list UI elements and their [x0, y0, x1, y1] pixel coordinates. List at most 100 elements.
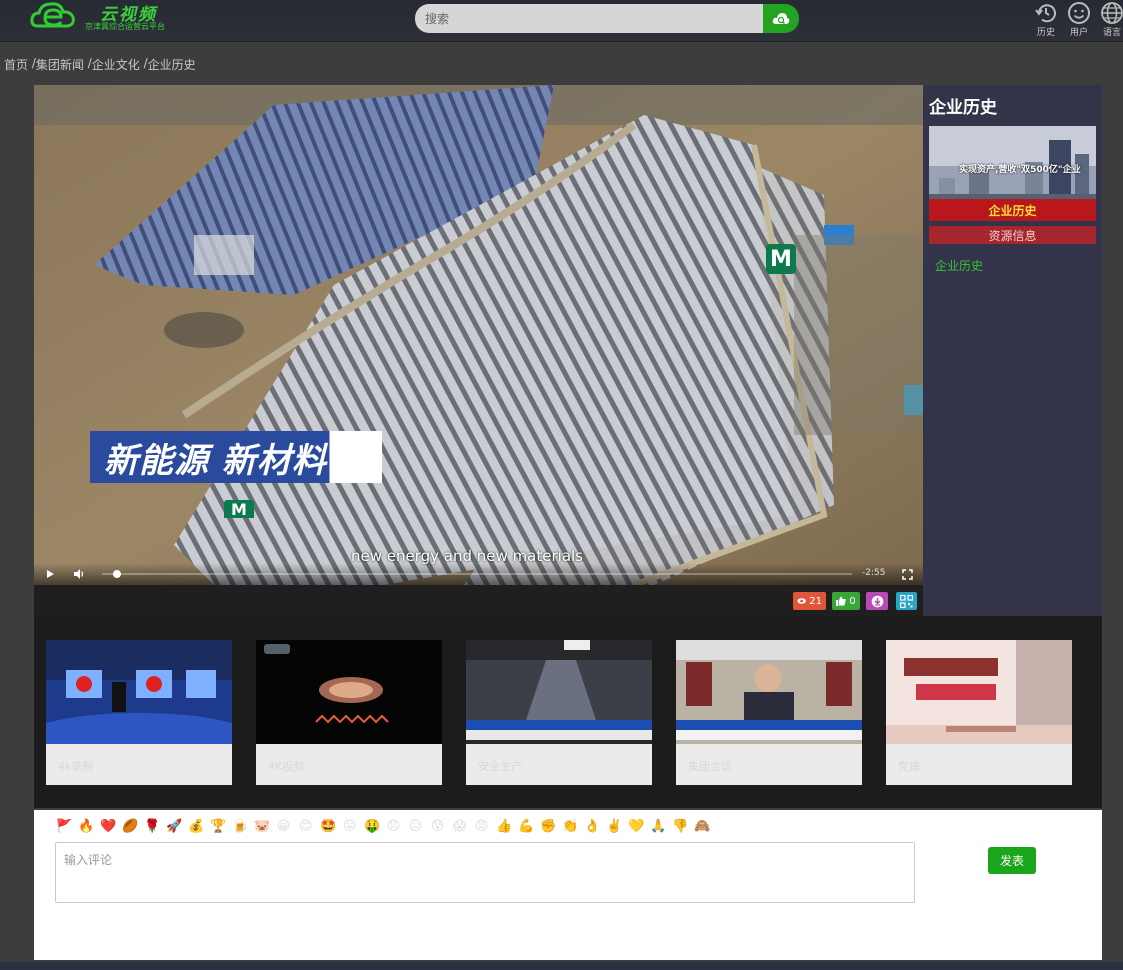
- site-logo[interactable]: 云视频 京津冀综合运营云平台: [30, 0, 190, 36]
- page-bottom-bar: [0, 962, 1123, 970]
- progress-handle[interactable]: [112, 570, 121, 578]
- eye-icon: [797, 598, 806, 604]
- resource-info-tab[interactable]: 资源信息: [929, 226, 1096, 244]
- cloud-logo-icon: [30, 2, 75, 28]
- logo-subtitle: 京津冀综合运营云平台: [85, 22, 165, 31]
- breadcrumb-separator: /: [83, 56, 92, 70]
- emoji-option[interactable]: 😱: [452, 819, 467, 834]
- related-card-label: 安全生产: [478, 760, 522, 773]
- related-card[interactable]: 安全生产: [466, 640, 652, 785]
- emoji-option[interactable]: 🤑: [364, 819, 380, 834]
- views-count: 21: [809, 595, 822, 607]
- play-button[interactable]: [43, 567, 57, 581]
- qr-code-button[interactable]: [896, 592, 917, 610]
- emoji-option[interactable]: 💰: [188, 819, 204, 834]
- emoji-option[interactable]: 🙈: [694, 819, 710, 834]
- emoji-option[interactable]: 🙏: [650, 819, 666, 834]
- side-link-company-history[interactable]: 企业历史: [935, 257, 983, 274]
- studio-thumbnail: [46, 640, 232, 744]
- volume-button[interactable]: [72, 567, 86, 581]
- video-controls: -2:55: [34, 563, 923, 585]
- breadcrumb-group-news[interactable]: 集团新闻: [36, 56, 84, 73]
- emoji-option[interactable]: ❤️: [100, 819, 116, 834]
- mining-conveyor-thumbnail: [466, 640, 652, 744]
- fullscreen-icon: [901, 568, 913, 580]
- history-button[interactable]: 历史: [1031, 0, 1061, 40]
- emoji-option[interactable]: ✊: [540, 819, 556, 834]
- volume-icon: [74, 569, 84, 579]
- comment-section: 🚩 🔥 ❤️ 🏉 🌹 🚀 💰 🏆 🍺 🐷 😀 😊 🤩 😛 🤑 😞 😥 😰 😱 😡 👍 💪 ✊ 👏 👌 ✌️ 💛 🙏 👎 🙈 发表: [34, 810, 1102, 960]
- party-branch-thumbnail: [886, 640, 1072, 744]
- side-thumb-label: 企业历史: [929, 199, 1096, 221]
- breadcrumb-home[interactable]: 首页: [4, 56, 28, 73]
- play-icon: [47, 570, 54, 578]
- like-button[interactable]: 0: [832, 592, 860, 610]
- emoji-option[interactable]: 🔥: [78, 819, 94, 834]
- emoji-option[interactable]: 👍: [496, 819, 512, 834]
- breadcrumb-corporate-culture[interactable]: 企业文化: [92, 56, 140, 73]
- related-card-label: 4K视频: [268, 760, 305, 773]
- history-icon: [1035, 4, 1056, 23]
- breadcrumb: 首页 / 集团新闻 / 企业文化 / 企业历史: [4, 56, 196, 73]
- language-button[interactable]: 语言: [1097, 0, 1123, 40]
- emoji-option[interactable]: 🤩: [320, 819, 336, 834]
- emoji-option[interactable]: 💪: [518, 819, 534, 834]
- related-card[interactable]: 4K视频: [256, 640, 442, 785]
- watermark-logo-icon-small: M: [224, 500, 254, 518]
- video-caption-text: 新能源 新材料: [104, 440, 327, 481]
- top-header: 云视频 京津冀综合运营云平台 历史 用户: [0, 0, 1123, 42]
- qr-code-icon: [900, 594, 913, 608]
- related-card[interactable]: 4k录制: [46, 640, 232, 785]
- emoji-option[interactable]: 😛: [342, 819, 357, 834]
- emoji-option[interactable]: 🚀: [166, 819, 182, 834]
- related-card-label: 4k录制: [58, 760, 94, 773]
- side-video-thumbnail[interactable]: 实现资产,营收"双500亿"企业 企业历史: [929, 126, 1096, 221]
- emoji-option[interactable]: 😰: [430, 819, 445, 834]
- emoji-option[interactable]: 👏: [562, 819, 578, 834]
- emoji-option[interactable]: 🌹: [144, 819, 160, 834]
- meeting-thumbnail: [676, 640, 862, 744]
- submit-comment-button[interactable]: 发表: [988, 847, 1036, 874]
- related-card[interactable]: 党建: [886, 640, 1072, 785]
- emoji-option[interactable]: 🐷: [254, 819, 270, 834]
- related-videos: 4k录制 4K视频 安全生产 集团会议 党建: [34, 616, 1102, 808]
- emoji-option[interactable]: 😞: [386, 819, 401, 834]
- fullscreen-button[interactable]: [900, 567, 914, 581]
- emoji-option[interactable]: 😀: [276, 819, 291, 834]
- emoji-option[interactable]: 😥: [408, 819, 423, 834]
- language-label: 语言: [1102, 28, 1121, 38]
- download-button[interactable]: [866, 592, 888, 610]
- emoji-option[interactable]: ✌️: [606, 819, 622, 834]
- globe-icon: [1101, 2, 1123, 24]
- emoji-option[interactable]: 👎: [672, 819, 688, 834]
- video-caption-banner: 新能源 新材料: [90, 431, 382, 483]
- video-player[interactable]: M M 新能源 新材料 new energy and new materials…: [34, 85, 923, 585]
- video-stats-bar: 21 0: [34, 585, 923, 616]
- search-bar: [415, 4, 799, 33]
- history-label: 历史: [1036, 28, 1055, 38]
- video-frame-solar-farm: [34, 85, 923, 585]
- likes-count: 0: [849, 595, 856, 607]
- side-panel: 企业历史 实现资产,营收"双500亿"企业 企业历史 资源信息 企业历史: [923, 85, 1102, 616]
- breadcrumb-company-history[interactable]: 企业历史: [148, 56, 196, 73]
- thumbs-up-icon: [836, 596, 847, 606]
- comment-input[interactable]: [55, 842, 915, 903]
- side-thumb-overlay-text: 实现资产,营收"双500亿"企业: [959, 165, 1081, 175]
- emoji-picker: 🚩 🔥 ❤️ 🏉 🌹 🚀 💰 🏆 🍺 🐷 😀 😊 🤩 😛 🤑 😞 😥 😰 😱 😡 👍 💪 ✊ 👏 👌 ✌️ 💛 🙏 👎 🙈: [56, 819, 710, 834]
- emoji-option[interactable]: 😊: [298, 819, 313, 834]
- search-button[interactable]: [763, 4, 799, 33]
- emoji-option[interactable]: 👌: [584, 819, 600, 834]
- watermark-logo-icon: M: [766, 244, 796, 274]
- user-button[interactable]: 用户: [1064, 0, 1094, 40]
- emoji-option[interactable]: 🚩: [56, 819, 72, 834]
- emoji-option[interactable]: 😡: [474, 819, 489, 834]
- emoji-option[interactable]: 🏉: [122, 819, 138, 834]
- time-remaining: -2:55: [862, 568, 886, 578]
- emoji-option[interactable]: 💛: [628, 819, 644, 834]
- video-progress-bar[interactable]: [102, 570, 852, 578]
- emoji-option[interactable]: 🍺: [232, 819, 248, 834]
- emoji-option[interactable]: 🏆: [210, 819, 226, 834]
- related-card[interactable]: 集团会议: [676, 640, 862, 785]
- fireworks-thumbnail: [256, 640, 442, 744]
- search-input[interactable]: [415, 4, 765, 33]
